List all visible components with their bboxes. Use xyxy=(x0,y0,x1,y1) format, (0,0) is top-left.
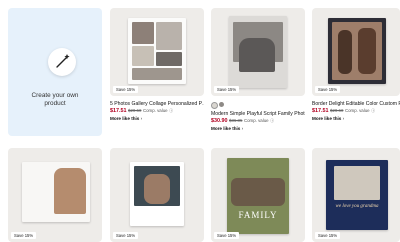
old-price: $20.60 xyxy=(128,108,142,113)
comp-value: Comp. value xyxy=(344,108,370,113)
family-photo xyxy=(358,28,376,74)
product-price: $17.51 xyxy=(312,108,329,114)
color-swatch[interactable] xyxy=(219,102,224,107)
family-photo xyxy=(144,174,170,204)
product-image-2[interactable]: Save 15% xyxy=(211,8,305,96)
collage-photo xyxy=(132,68,182,80)
old-price: $36.35 xyxy=(229,118,243,123)
sale-badge: Save 15% xyxy=(315,232,341,239)
sale-badge: Save 15% xyxy=(113,232,139,239)
color-swatch[interactable] xyxy=(211,102,218,109)
family-photo xyxy=(239,38,275,72)
product-image-7[interactable]: we love you grandma Save 15% xyxy=(312,148,400,242)
collage-photo xyxy=(132,46,154,66)
more-like-this-link[interactable]: More like this › xyxy=(211,126,243,132)
family-photo xyxy=(231,178,285,206)
product-image-3[interactable]: Save 15% xyxy=(312,8,400,96)
info-icon[interactable]: ⓘ xyxy=(169,108,173,113)
product-price-row: $17.51 $20.60 Comp. value ⓘ xyxy=(110,108,173,114)
magic-wand-icon xyxy=(48,48,76,76)
family-photo xyxy=(338,30,352,74)
more-like-this-link[interactable]: More like this › xyxy=(110,116,142,122)
product-price-row: $17.51 $20.60 Comp. value ⓘ xyxy=(312,108,375,114)
product-price: $30.90 xyxy=(211,118,228,124)
family-photo xyxy=(54,168,86,214)
product-title[interactable]: Modern Simple Playful Script Family Phot… xyxy=(211,111,305,117)
collage-photo xyxy=(156,52,182,66)
sale-badge: Save 15% xyxy=(214,86,240,93)
puzzle-text: we love you grandma xyxy=(335,204,379,209)
product-price-row: $30.90 $36.35 Comp. value ⓘ xyxy=(211,118,274,124)
info-icon[interactable]: ⓘ xyxy=(270,118,274,123)
family-photo xyxy=(334,166,380,200)
sale-badge: Save 15% xyxy=(113,86,139,93)
create-your-own-label: Create your own product xyxy=(31,92,79,107)
product-price: $17.51 xyxy=(110,108,127,114)
create-your-own-tile[interactable]: Create your own product xyxy=(8,8,102,136)
product-title[interactable]: Border Delight Editable Color Custom P… xyxy=(312,101,400,107)
old-price: $20.60 xyxy=(330,108,344,113)
sale-badge: Save 15% xyxy=(11,232,37,239)
product-image-6[interactable]: FAMILY Save 15% xyxy=(211,148,305,242)
collage-photo xyxy=(132,22,154,44)
product-title[interactable]: 5 Photos Gallery Collage Personalized P… xyxy=(110,101,204,107)
collage-photo xyxy=(156,22,182,50)
comp-value: Comp. value xyxy=(243,118,269,123)
puzzle-text: FAMILY xyxy=(238,210,278,220)
info-icon[interactable]: ⓘ xyxy=(371,108,375,113)
comp-value: Comp. value xyxy=(142,108,168,113)
product-image-5[interactable]: Save 15% xyxy=(110,148,204,242)
sale-badge: Save 15% xyxy=(315,86,341,93)
product-image-1[interactable]: Save 15% xyxy=(110,8,204,96)
sale-badge: Save 15% xyxy=(214,232,240,239)
more-like-this-link[interactable]: More like this › xyxy=(312,116,344,122)
product-image-4[interactable]: Save 15% xyxy=(8,148,102,242)
